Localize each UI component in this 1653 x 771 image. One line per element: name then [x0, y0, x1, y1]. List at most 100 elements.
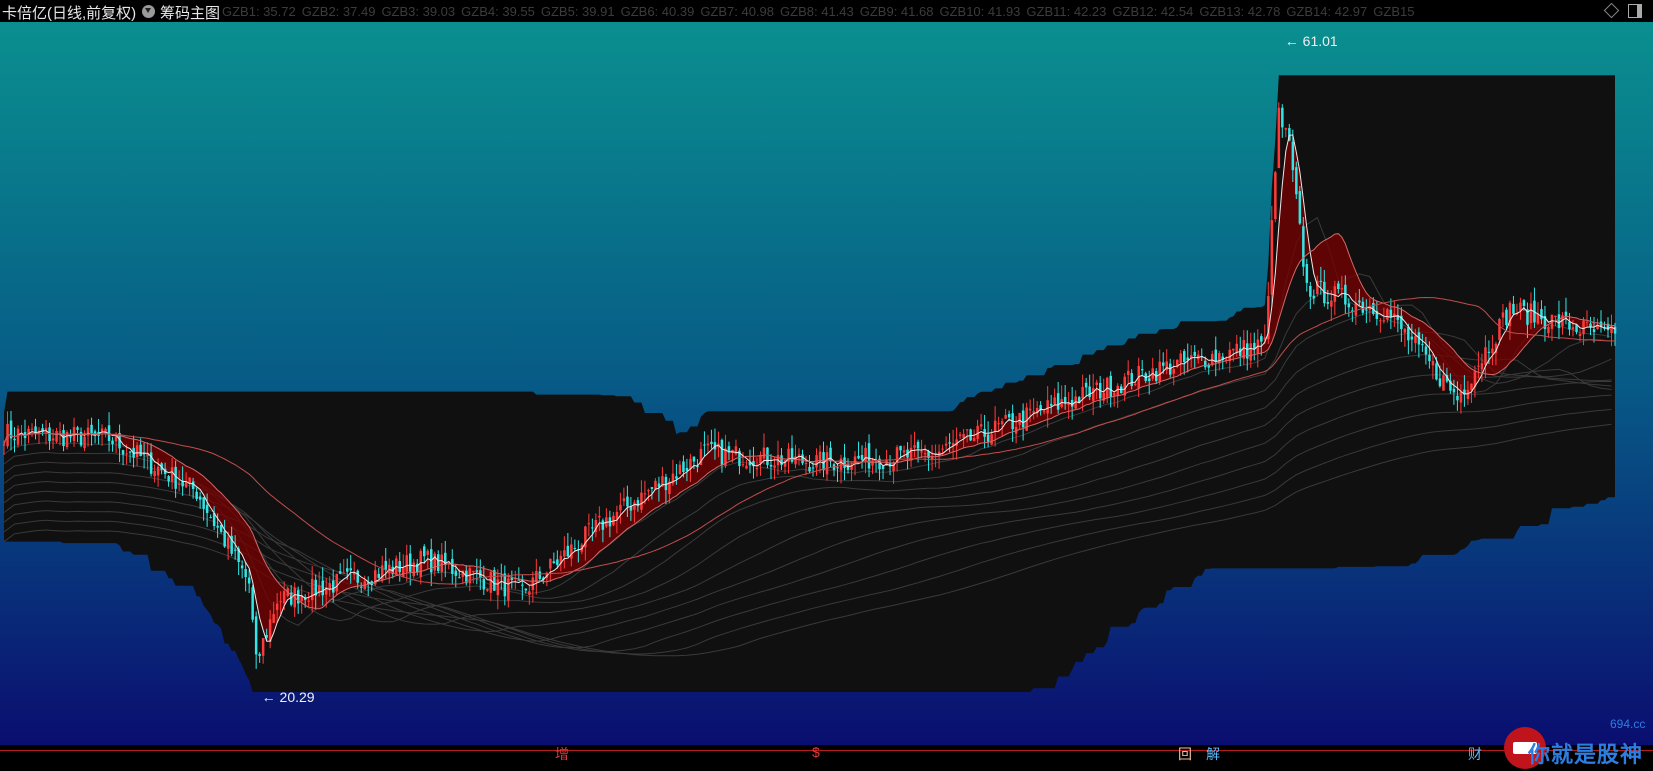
candle-body [916, 441, 920, 449]
dropdown-icon[interactable] [142, 5, 155, 18]
candle-body [1319, 280, 1323, 282]
candle-body [976, 425, 979, 439]
candle-body [13, 438, 16, 441]
candle-body [1466, 389, 1470, 399]
candle-body [552, 561, 556, 564]
event-marker[interactable]: $ [812, 744, 820, 760]
candle-body [958, 434, 962, 436]
candle-body [1592, 329, 1596, 333]
candle-body [839, 458, 843, 471]
candle-body [90, 424, 93, 433]
candle-body [311, 578, 314, 601]
candle-body [226, 537, 230, 549]
candle-body [1028, 408, 1032, 411]
gzb-values: GZB1: 35.72 GZB2: 37.49 GZB3: 39.03 GZB4: 3… [222, 4, 1420, 19]
candle-body [275, 603, 279, 610]
candle-body [1519, 302, 1522, 311]
window-icon[interactable] [1628, 4, 1642, 18]
gzb-item: GZB5: 39.91 [540, 4, 615, 19]
candle-body [1284, 128, 1288, 130]
candle-body [282, 591, 286, 604]
candle-body [1540, 309, 1543, 320]
candle-body [16, 428, 20, 445]
candle-body [1554, 315, 1557, 318]
candle-body [1410, 336, 1414, 340]
candle-body [1557, 314, 1561, 329]
diamond-icon[interactable] [1603, 2, 1620, 19]
candle-body [388, 564, 391, 574]
indicator-tab[interactable]: 筹码主图 [160, 2, 220, 22]
candle-body [1512, 303, 1515, 314]
candle-body [591, 527, 594, 529]
candle-body [570, 544, 573, 559]
candle-body [818, 451, 822, 460]
candle-body [741, 464, 745, 466]
gzb-item: GZB12: 42.54 [1112, 4, 1194, 19]
candle-body [1141, 369, 1144, 371]
candle-body [706, 443, 710, 446]
candle-body [836, 467, 839, 469]
candle-body [1568, 321, 1571, 330]
gzb-item: GZB7: 40.98 [700, 4, 775, 19]
candle-body [412, 562, 415, 577]
candle-body [1459, 391, 1463, 403]
candle-body [1148, 378, 1151, 381]
candle-body [279, 601, 282, 603]
candle-body [1547, 326, 1550, 334]
candle [1298, 185, 1302, 225]
event-marker[interactable]: 回 [1178, 744, 1192, 764]
candle-body [1049, 403, 1053, 406]
event-marker[interactable]: 财 [1468, 744, 1482, 764]
candle-body [1442, 375, 1445, 391]
candle-body [864, 447, 867, 462]
candle-body [1305, 264, 1309, 283]
candle-body [1183, 351, 1186, 362]
candle-body [538, 571, 542, 579]
gzb-item: GZB6: 40.39 [620, 4, 695, 19]
candle-body [587, 523, 591, 525]
candle-body [321, 580, 324, 596]
candle-body [454, 570, 458, 576]
candle-body [923, 453, 927, 455]
candle-body [1477, 365, 1480, 367]
candle-body [1235, 343, 1238, 353]
candle-body [965, 429, 969, 431]
candle-body [867, 443, 871, 469]
candle-body [1414, 335, 1417, 344]
candle-body [342, 572, 345, 574]
candle-body [472, 571, 475, 573]
event-marker[interactable]: 增 [555, 744, 569, 764]
candle-body [1134, 383, 1137, 385]
candle-body [507, 578, 510, 601]
candle-body [1421, 344, 1424, 346]
candle-body [563, 550, 566, 557]
candle-body [1379, 320, 1382, 322]
candle-body [993, 420, 997, 432]
candle-body [528, 591, 531, 595]
candle-body [1277, 107, 1281, 169]
candle-body [1438, 378, 1442, 387]
candle-body [801, 454, 804, 464]
bottom-bar [0, 745, 1653, 771]
stock-title: 卡倍亿(日线,前复权) [2, 5, 137, 22]
candle-body [167, 476, 170, 482]
candle-body [1109, 375, 1112, 398]
candle-body [556, 559, 559, 565]
candle [1295, 161, 1298, 200]
candle-body [76, 427, 79, 430]
candle-body [247, 577, 251, 584]
candle-body [209, 517, 212, 519]
candle-body [475, 570, 479, 572]
candle-body [1340, 288, 1344, 290]
candle-body [83, 436, 86, 449]
candle-body [335, 573, 338, 592]
candle-body [1484, 347, 1487, 365]
candle-body [1470, 383, 1473, 391]
candle-body [349, 568, 352, 571]
candle-body [969, 429, 972, 441]
candle-body [254, 616, 258, 655]
candle-body [1004, 414, 1007, 419]
event-marker[interactable]: 解 [1206, 744, 1220, 764]
candle-body [1095, 382, 1098, 385]
candle-body [177, 483, 181, 485]
